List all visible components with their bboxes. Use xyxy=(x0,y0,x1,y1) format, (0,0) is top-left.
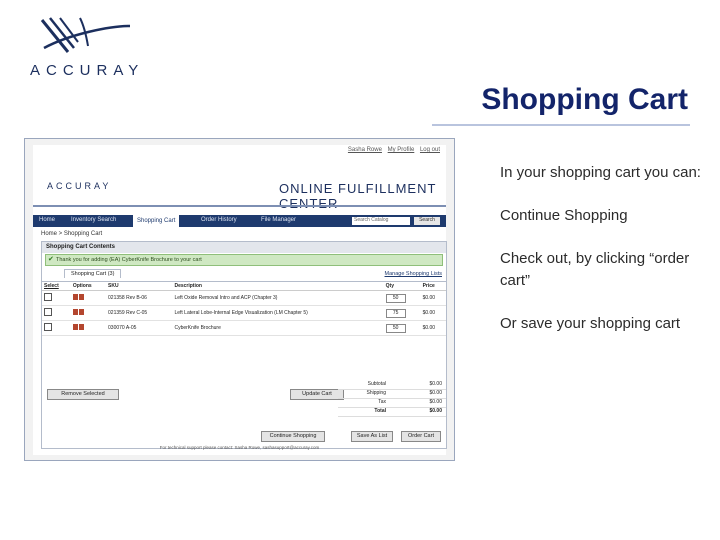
description-cell: Left Oxide Removal Intro and ACP (Chapte… xyxy=(172,290,384,306)
confirmation-text: Thank you for adding (EA) CyberKnife Bro… xyxy=(56,257,202,263)
cart-panel: Shopping Cart Contents ✔ Thank you for a… xyxy=(41,241,447,449)
table-row: 030070 A-05 CyberKnife Brochure 50 $0.00 xyxy=(42,320,446,336)
nav-shopping-cart[interactable]: Shopping Cart xyxy=(133,215,180,227)
qty-input[interactable]: 50 xyxy=(385,323,406,333)
cart-table: Select Options SKU Description Qty Price… xyxy=(42,282,446,336)
bullet-continue: Continue Shopping xyxy=(500,207,628,224)
table-row: 021359 Rev C-05 Left Lateral Lobe-Intern… xyxy=(42,305,446,321)
col-price: Price xyxy=(420,282,446,291)
delete-icon[interactable] xyxy=(78,294,84,300)
nav-home[interactable]: Home xyxy=(39,217,55,223)
bullet-list: In your shopping cart you can: Continue … xyxy=(500,162,705,356)
order-cart-button[interactable]: Order Cart xyxy=(401,431,441,442)
site-logo[interactable]: ACCURAY xyxy=(47,181,111,191)
col-options: Options xyxy=(70,282,107,291)
header-divider xyxy=(33,205,446,207)
cart-tabs: Shopping Cart (3) Manage Shopping Lists xyxy=(42,267,446,282)
bullet-save: Or save your shopping cart xyxy=(500,315,681,332)
nav-order-history[interactable]: Order History xyxy=(201,217,237,223)
select-checkbox[interactable] xyxy=(44,323,52,331)
sku-cell: 021359 Rev C-05 xyxy=(106,305,173,321)
select-checkbox[interactable] xyxy=(44,293,52,301)
save-as-list-button[interactable]: Save As List xyxy=(351,431,393,442)
page-title: Shopping Cart xyxy=(481,83,688,116)
qty-input[interactable]: 75 xyxy=(385,308,406,318)
description-cell: Left Lateral Lobe-Internal Edge Visualiz… xyxy=(172,305,384,321)
subtotal-row: Subtotal $0.00 xyxy=(338,381,446,390)
my-profile-link[interactable]: My Profile xyxy=(388,147,415,153)
col-select: Select xyxy=(42,282,71,291)
cart-screenshot: Sasha Rowe My Profile Log out ACCURAY ON… xyxy=(24,138,455,461)
edit-icon[interactable] xyxy=(72,309,78,315)
main-nav: Home Inventory Search Shopping Cart Orde… xyxy=(33,215,446,227)
sku-cell: 030070 A-05 xyxy=(106,320,173,336)
utility-links: Sasha Rowe My Profile Log out xyxy=(344,147,440,153)
delete-icon[interactable] xyxy=(78,324,84,330)
edit-icon[interactable] xyxy=(72,324,78,330)
user-name-link[interactable]: Sasha Rowe xyxy=(348,147,382,153)
tab-shopping-cart[interactable]: Shopping Cart (3) xyxy=(64,269,122,278)
manage-lists-link[interactable]: Manage Shopping Lists xyxy=(385,271,442,277)
update-cart-button[interactable]: Update Cart xyxy=(290,389,344,400)
nav-file-manager[interactable]: File Manager xyxy=(261,217,296,223)
cart-table-header: Select Options SKU Description Qty Price xyxy=(42,282,446,291)
sku-cell: 021358 Rev B-06 xyxy=(106,290,173,306)
page-footer: For technical support please contact: Sa… xyxy=(33,445,446,452)
col-description: Description xyxy=(172,282,384,291)
footer-line: For technical support please contact: Sa… xyxy=(159,445,320,450)
qty-input[interactable]: 50 xyxy=(385,293,406,303)
continue-shopping-button[interactable]: Continue Shopping xyxy=(261,431,325,442)
cart-header: Shopping Cart Contents xyxy=(42,242,446,253)
nav-inventory-search[interactable]: Inventory Search xyxy=(71,217,116,223)
price-cell: $0.00 xyxy=(420,290,446,306)
bullet-intro: In your shopping cart you can: xyxy=(500,164,701,181)
price-cell: $0.00 xyxy=(420,320,446,336)
logout-link[interactable]: Log out xyxy=(420,147,440,153)
shipping-row: Shipping $0.00 xyxy=(338,390,446,399)
add-confirmation: ✔ Thank you for adding (EA) CyberKnife B… xyxy=(45,254,443,266)
col-qty: Qty xyxy=(383,282,421,291)
fulfillment-page: Sasha Rowe My Profile Log out ACCURAY ON… xyxy=(33,145,447,455)
col-sku: SKU xyxy=(106,282,173,291)
checkmark-icon: ✔ xyxy=(48,256,54,263)
tax-row: Tax $0.00 xyxy=(338,399,446,408)
select-checkbox[interactable] xyxy=(44,308,52,316)
bullet-checkout: Check out, by clicking “order cart” xyxy=(500,250,690,289)
total-row: Total $0.00 xyxy=(338,408,446,417)
title-underline xyxy=(432,124,690,126)
logo-wordmark: ACCURAY xyxy=(30,62,145,79)
price-cell: $0.00 xyxy=(420,305,446,321)
breadcrumb: Home > Shopping Cart xyxy=(41,231,103,237)
catalog-search-input[interactable]: Search Catalog xyxy=(352,217,410,225)
edit-icon[interactable] xyxy=(72,294,78,300)
table-row: 021358 Rev B-06 Left Oxide Removal Intro… xyxy=(42,290,446,306)
delete-icon[interactable] xyxy=(78,309,84,315)
remove-selected-button[interactable]: Remove Selected xyxy=(47,389,119,400)
search-button[interactable]: Search xyxy=(414,217,440,225)
cart-totals: Subtotal $0.00 Shipping $0.00 Tax $0.00 Tot… xyxy=(338,381,446,417)
description-cell: CyberKnife Brochure xyxy=(172,320,384,336)
